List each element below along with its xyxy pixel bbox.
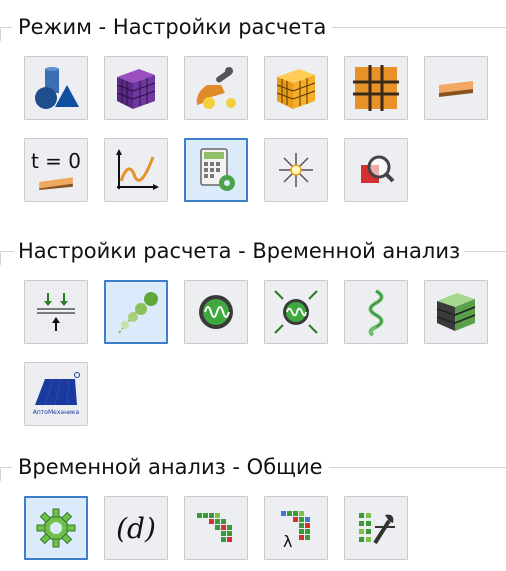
shapes-icon [35, 67, 79, 109]
inspect-button[interactable] [344, 138, 408, 202]
parameter-d-icon: (d) [116, 511, 156, 545]
list-settings-button[interactable] [344, 496, 408, 560]
logo-button[interactable]: АптоМеханика [24, 362, 88, 426]
section-header-time-analysis-general: Временной анализ - Общие [0, 452, 506, 482]
beam-button[interactable] [424, 56, 488, 120]
oscillator-forces-icon [274, 290, 318, 334]
initial-state-icon: t = 0 [31, 149, 81, 191]
calculator-settings-icon [200, 148, 235, 191]
sparkle-icon [279, 153, 313, 187]
gear-button[interactable] [24, 496, 88, 560]
trajectory-button[interactable] [104, 280, 168, 344]
gear-icon [36, 508, 76, 548]
oscillator-icon [199, 295, 233, 329]
parameter-d-button[interactable]: (d) [104, 496, 168, 560]
section-header-mode-settings: Режим - Настройки расчета [0, 12, 506, 42]
section-header-time-analysis-settings: Настройки расчета - Временной анализ [0, 236, 506, 266]
oscillator-button[interactable] [184, 280, 248, 344]
trajectory-icon [118, 292, 158, 334]
list-settings-icon [359, 513, 395, 545]
spiral-button[interactable] [344, 280, 408, 344]
logo-icon: АптоМеханика [33, 372, 80, 416]
shapes-button[interactable] [24, 56, 88, 120]
matrix-lambda-icon: λ [281, 511, 310, 551]
inspect-icon [361, 155, 395, 183]
initial-state-label: t = 0 [30, 149, 82, 173]
sparkle-button[interactable] [264, 138, 328, 202]
graph-icon [116, 149, 159, 190]
oscillator-forces-button[interactable] [264, 280, 328, 344]
section-title: Временной анализ - Общие [12, 452, 329, 482]
layered-box-icon [436, 293, 476, 331]
initial-state-button[interactable]: t = 0 [24, 138, 88, 202]
layered-box-button[interactable] [424, 280, 488, 344]
beam-small-icon [39, 177, 73, 190]
spiral-icon [368, 289, 384, 337]
matrix-icon [197, 513, 232, 542]
beam-icon [439, 81, 473, 97]
mesh-cube-orange-icon [276, 69, 316, 109]
tools-button[interactable] [184, 56, 248, 120]
lambda-symbol: λ [283, 532, 292, 551]
ribbon-panel: Режим - Настройки расчета t = 0 Настройк… [0, 0, 506, 571]
logo-text: АптоМеханика [33, 409, 80, 416]
supports-button[interactable] [24, 280, 88, 344]
section-title: Режим - Настройки расчета [12, 12, 333, 42]
supports-icon [37, 293, 75, 331]
grid-icon [353, 65, 399, 111]
matrix-button[interactable] [184, 496, 248, 560]
matrix-lambda-button[interactable]: λ [264, 496, 328, 560]
mesh-cube-purple-icon [116, 69, 156, 109]
section-title: Настройки расчета - Временной анализ [14, 236, 465, 266]
calculator-settings-button[interactable] [184, 138, 248, 202]
grid-button[interactable] [344, 56, 408, 120]
tools-icon [196, 67, 236, 109]
graph-button[interactable] [104, 138, 168, 202]
mesh-cube-orange-button[interactable] [264, 56, 328, 120]
mesh-cube-purple-button[interactable] [104, 56, 168, 120]
